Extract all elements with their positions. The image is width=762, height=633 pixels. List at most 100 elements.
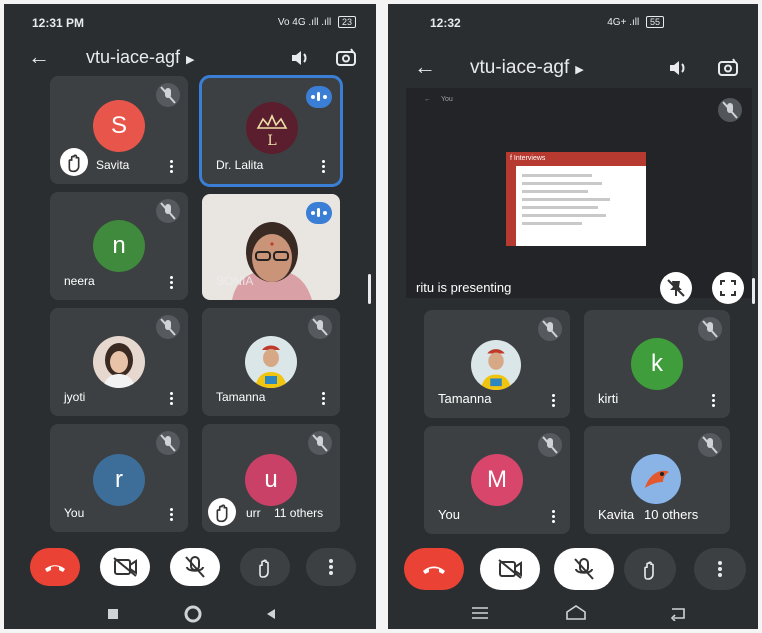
others-tile[interactable]: Kavita 10 others bbox=[584, 426, 730, 534]
back-triangle-icon[interactable] bbox=[264, 607, 278, 621]
participant-tile[interactable]: n neera bbox=[50, 192, 188, 300]
caret-right-icon: ▶ bbox=[575, 64, 584, 76]
svg-text:L: L bbox=[267, 133, 276, 149]
more-options-icon[interactable] bbox=[322, 392, 326, 406]
meeting-toolbar: ← vtu-iace-agf ▶ bbox=[388, 48, 758, 88]
slide-text-line bbox=[522, 214, 606, 217]
signal-text: Vo 4G .ıll .ıll bbox=[277, 17, 332, 28]
more-options-button[interactable] bbox=[694, 548, 746, 590]
meeting-title[interactable]: vtu-iace-agf ▶ bbox=[470, 57, 584, 79]
participant-name: You bbox=[438, 507, 460, 522]
back-arrow-icon[interactable]: ← bbox=[28, 44, 50, 70]
fullscreen-button[interactable] bbox=[712, 272, 744, 304]
more-options-icon[interactable] bbox=[322, 160, 326, 174]
camera-off-icon bbox=[498, 559, 522, 579]
raise-hand-button[interactable] bbox=[240, 548, 290, 586]
participant-tile[interactable]: S Savita bbox=[50, 76, 188, 184]
participant-name: Savita bbox=[96, 158, 130, 172]
avatar: k bbox=[631, 338, 683, 390]
participant-video-tile[interactable]: SONIA bbox=[202, 194, 340, 300]
slide-text-line bbox=[522, 182, 602, 185]
participant-name: urr bbox=[246, 506, 261, 520]
speaker-icon[interactable] bbox=[666, 56, 690, 80]
camera-off-button[interactable] bbox=[100, 548, 150, 586]
microphone-off-button[interactable] bbox=[554, 548, 614, 590]
scrollbar[interactable] bbox=[368, 274, 371, 304]
back-return-icon[interactable] bbox=[668, 605, 688, 621]
participant-tile-self[interactable]: r You bbox=[50, 424, 188, 532]
presentation-area[interactable]: ← You f Interviews bbox=[406, 88, 752, 298]
scrollbar[interactable] bbox=[752, 278, 755, 304]
microphone-off-button[interactable] bbox=[170, 548, 220, 586]
home-circle-icon[interactable] bbox=[184, 605, 202, 623]
others-count: 10 others bbox=[644, 507, 699, 522]
mic-off-icon bbox=[718, 98, 742, 122]
bird-photo-avatar bbox=[631, 454, 681, 504]
avatar: n bbox=[93, 220, 145, 272]
system-nav-bar bbox=[4, 599, 376, 629]
participant-name: Dr. Lalita bbox=[216, 158, 264, 172]
participant-tile[interactable]: k kirti bbox=[584, 310, 730, 418]
mic-off-icon bbox=[538, 433, 562, 457]
more-options-icon[interactable] bbox=[170, 392, 174, 406]
status-bar: 12:31 PM Vo 4G .ıll .ıll 23 bbox=[4, 4, 376, 38]
home-house-icon[interactable] bbox=[564, 603, 588, 621]
participant-name: jyoti bbox=[64, 390, 86, 404]
participant-tile-self[interactable]: M You bbox=[424, 426, 570, 534]
shared-slide: f Interviews bbox=[506, 152, 646, 246]
mic-off-icon bbox=[156, 199, 180, 223]
more-options-icon[interactable] bbox=[170, 508, 174, 522]
crown-logo-avatar: L bbox=[246, 102, 298, 154]
slide-text-line bbox=[522, 206, 598, 209]
speaking-indicator-icon bbox=[306, 86, 332, 108]
more-options-icon[interactable] bbox=[170, 160, 174, 174]
battery-indicator: 55 bbox=[645, 16, 664, 28]
more-options-icon[interactable] bbox=[170, 276, 174, 290]
participant-name: SONIA bbox=[216, 274, 254, 288]
mic-off-icon bbox=[308, 315, 332, 339]
switch-camera-icon[interactable] bbox=[334, 46, 358, 70]
switch-camera-icon[interactable] bbox=[716, 56, 740, 80]
shared-screen-user: You bbox=[440, 96, 453, 103]
others-count: 11 others bbox=[274, 506, 324, 520]
back-arrow-icon[interactable]: ← bbox=[414, 54, 436, 80]
participant-tile[interactable]: Tamanna bbox=[202, 308, 340, 416]
more-options-icon[interactable] bbox=[552, 510, 556, 524]
participant-name: You bbox=[64, 506, 85, 520]
slide-text-line bbox=[522, 174, 592, 177]
participant-name: Tamanna bbox=[216, 390, 266, 404]
meeting-title[interactable]: vtu-iace-agf ▶ bbox=[86, 47, 195, 68]
end-call-button[interactable] bbox=[30, 548, 80, 586]
more-options-button[interactable] bbox=[306, 548, 356, 586]
recents-square-icon[interactable] bbox=[106, 607, 120, 621]
participant-tile[interactable]: Tamanna bbox=[424, 310, 570, 418]
more-options-icon[interactable] bbox=[552, 394, 556, 408]
mic-off-icon bbox=[308, 431, 332, 455]
raised-hand-icon bbox=[259, 559, 269, 578]
slide-text-line bbox=[522, 198, 610, 201]
more-options-icon[interactable] bbox=[712, 394, 716, 408]
mic-off-icon bbox=[574, 558, 594, 580]
participant-tile-active[interactable]: L Dr. Lalita bbox=[199, 75, 343, 187]
others-tile[interactable]: u urr 11 others bbox=[202, 424, 340, 532]
left-phone-screen: 12:31 PM Vo 4G .ıll .ıll 23 ← vtu-iace-a… bbox=[4, 4, 376, 629]
signal-indicator: 4G+ .ıll 55 bbox=[607, 16, 664, 28]
participant-name: neera bbox=[64, 274, 95, 288]
profile-photo-avatar bbox=[93, 336, 145, 388]
mic-off-icon bbox=[185, 556, 205, 578]
raised-hand-icon bbox=[60, 148, 88, 176]
raise-hand-button[interactable] bbox=[624, 548, 676, 590]
participant-tile[interactable]: jyoti bbox=[50, 308, 188, 416]
avatar: M bbox=[471, 454, 523, 506]
mic-off-icon bbox=[698, 433, 722, 457]
avatar: u bbox=[245, 454, 297, 506]
participant-name: Kavita bbox=[598, 507, 635, 522]
camera-off-button[interactable] bbox=[480, 548, 540, 590]
menu-lines-icon[interactable] bbox=[470, 605, 490, 621]
call-controls bbox=[388, 548, 758, 596]
right-phone-screen: 12:32 4G+ .ıll 55 ← vtu-iace-agf ▶ ← You … bbox=[388, 4, 758, 629]
meeting-title-text: vtu-iace-agf bbox=[470, 57, 570, 78]
end-call-button[interactable] bbox=[404, 548, 464, 590]
speaker-icon[interactable] bbox=[288, 46, 312, 70]
unpin-button[interactable] bbox=[660, 272, 692, 304]
